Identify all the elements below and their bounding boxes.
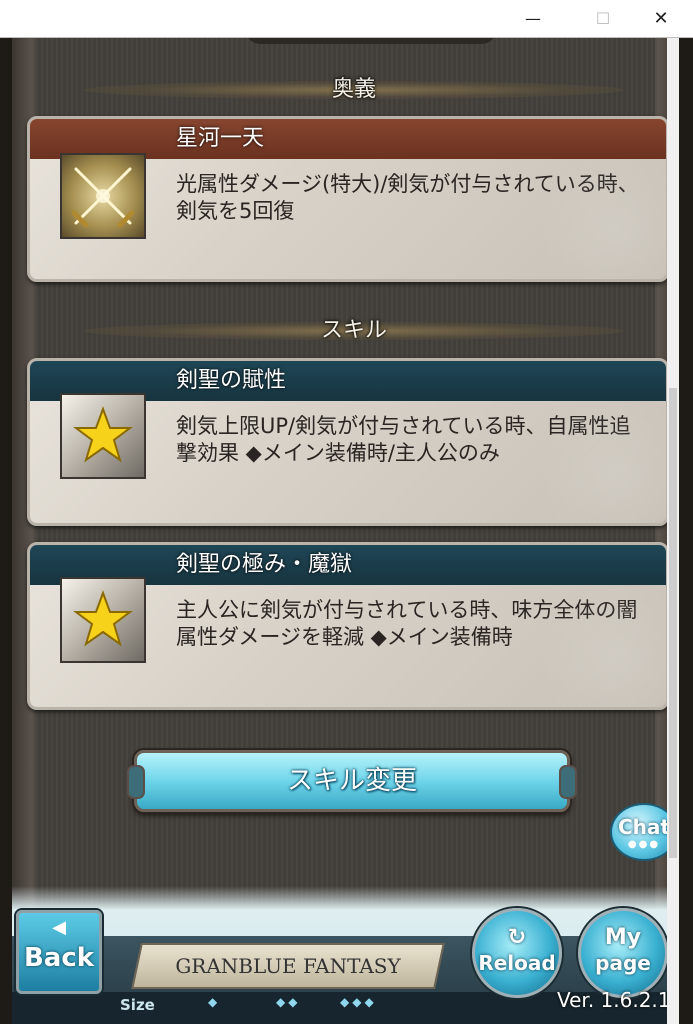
game-logo: GRANBLUE FANTASY <box>131 943 445 989</box>
ougi-name: 星河一天 <box>176 126 265 151</box>
ougi-section-label: 奥義 <box>331 77 376 102</box>
skill-change-label: スキル変更 <box>286 766 417 796</box>
skill-card-2[interactable]: 剣聖の極み・魔獄 主人公に剣気が付与されている時、味方全体の闇属性ダメージを軽減… <box>27 542 669 710</box>
size-option-large[interactable]: ◆◆◆ <box>340 995 377 1009</box>
ougi-section-header: 奥義 <box>84 75 624 105</box>
game-viewport: 奥義 星河一天 光属性ダメージ(特大)/剣気が付与されている時、剣気を5回復 ス… <box>12 38 679 1024</box>
window-titlebar: — ☐ ✕ <box>0 0 693 38</box>
skill-card-1[interactable]: 剣聖の賦性 剣気上限UP/剣気が付与されている時、自属性追撃効果 ◆メイン装備時… <box>27 358 669 526</box>
size-label: Size <box>120 996 155 1014</box>
ougi-card[interactable]: 星河一天 光属性ダメージ(特大)/剣気が付与されている時、剣気を5回復 <box>27 116 669 282</box>
close-button[interactable]: ✕ <box>638 0 684 37</box>
card-ornament <box>506 587 666 707</box>
minimize-button[interactable]: — <box>510 0 556 37</box>
back-arrow-icon: ◀ <box>52 917 66 938</box>
reload-button[interactable]: ↻ Reload <box>472 908 562 998</box>
star-icon <box>60 393 146 479</box>
top-tab-decoration <box>246 38 496 44</box>
back-label: Back <box>23 943 95 973</box>
back-button[interactable]: ◀ Back <box>16 910 102 994</box>
reload-label: Reload <box>478 951 556 975</box>
scrollbar-thumb[interactable] <box>669 388 677 858</box>
crossed-swords-icon <box>60 153 146 239</box>
logo-text: GRANBLUE FANTASY <box>175 954 401 978</box>
card-ornament <box>506 159 666 279</box>
mypage-label-line1: My <box>604 925 642 950</box>
skill-name: 剣聖の賦性 <box>176 368 287 393</box>
size-option-medium[interactable]: ◆◆ <box>276 995 300 1009</box>
skill-section-label: スキル <box>320 318 387 343</box>
skill-change-button[interactable]: スキル変更 <box>127 750 577 812</box>
skill-section-header: スキル <box>84 316 624 346</box>
size-option-small[interactable]: ◆ <box>208 995 220 1009</box>
mypage-label-line2: page <box>595 951 651 975</box>
star-icon <box>60 577 146 663</box>
skill-name: 剣聖の極み・魔獄 <box>176 552 353 577</box>
reload-icon: ↻ <box>507 925 527 950</box>
vertical-scrollbar[interactable] <box>667 38 679 1024</box>
version-label: Ver. 1.6.2.1 <box>557 988 671 1012</box>
maximize-button[interactable]: ☐ <box>580 0 626 37</box>
mypage-button[interactable]: My page <box>578 908 668 998</box>
card-ornament <box>506 403 666 523</box>
